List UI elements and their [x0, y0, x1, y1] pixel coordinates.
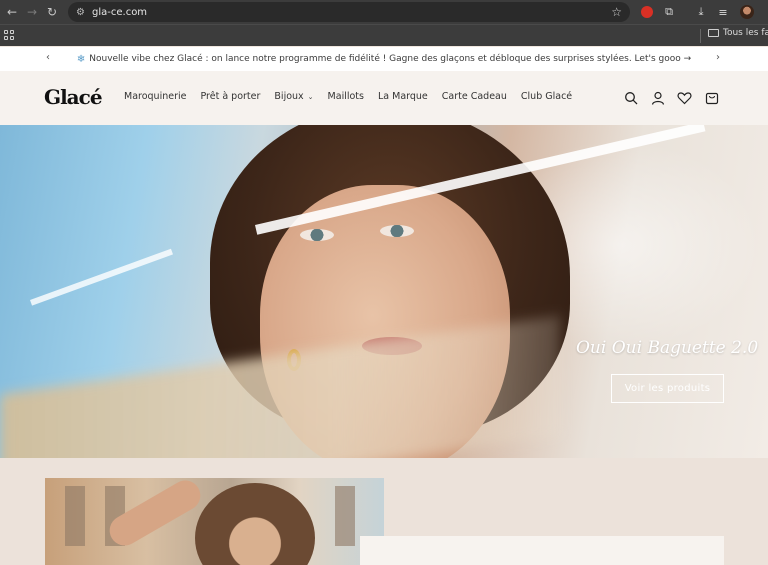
bookmarks-bar: Tous les favoris — [0, 24, 768, 46]
address-bar[interactable]: ⚙ gla-ce.com ☆ — [68, 2, 630, 22]
reload-icon[interactable]: ↻ — [42, 2, 62, 22]
announcement-text[interactable]: Nouvelle vibe chez Glacé : on lance notr… — [89, 54, 691, 64]
site-logo[interactable]: Glacé — [44, 85, 103, 109]
hero-title: Oui Oui Baguette 2.0 — [576, 338, 759, 358]
nav-bijoux[interactable]: Bijoux ⌄ — [274, 91, 313, 102]
nav-carte-cadeau[interactable]: Carte Cadeau — [442, 91, 507, 102]
nav-label: Club Glacé — [520, 91, 573, 102]
nav-pret-a-porter[interactable]: Prêt à porter — [200, 91, 260, 102]
folder-icon — [708, 29, 719, 37]
download-icon[interactable]: ⤓ — [692, 3, 710, 21]
back-arrow-icon[interactable]: ← — [2, 2, 22, 22]
featured-photo[interactable] — [45, 478, 384, 565]
photo-window — [335, 486, 355, 546]
site-header: Glacé Maroquinerie Prêt à porter Bijoux ⌄… — [0, 71, 768, 125]
search-icon[interactable] — [622, 89, 639, 106]
hero-light-streak — [30, 248, 174, 306]
cart-bag-icon[interactable] — [703, 89, 720, 106]
hero-banner[interactable] — [0, 125, 768, 458]
nav-la-marque[interactable]: La Marque — [378, 91, 428, 102]
all-bookmarks-label: Tous les favoris — [723, 28, 768, 38]
nav-label: La Marque — [377, 91, 428, 102]
extension-icon[interactable] — [638, 3, 656, 21]
nav-label: Bijoux — [274, 91, 304, 102]
bookmark-star-icon[interactable]: ☆ — [611, 5, 622, 19]
nav-label: Maroquinerie — [124, 91, 187, 102]
chevron-down-icon: ⌄ — [307, 92, 314, 101]
account-icon[interactable] — [649, 89, 666, 106]
nav-maroquinerie[interactable]: Maroquinerie — [124, 91, 186, 102]
announcement-next-icon[interactable]: › — [716, 52, 720, 63]
site-settings-icon[interactable]: ⚙ — [76, 7, 92, 18]
nav-club-glace[interactable]: Club Glacé — [521, 91, 572, 102]
wishlist-heart-icon[interactable] — [676, 89, 693, 106]
photo-window — [65, 486, 85, 546]
snowflake-icon: ❄ — [76, 53, 86, 65]
announcement-bar: ‹ ❄ Nouvelle vibe chez Glacé : on lance … — [0, 47, 768, 71]
address-url[interactable]: gla-ce.com — [92, 7, 147, 18]
nav-label: Maillots — [327, 91, 364, 102]
all-bookmarks-folder[interactable]: Tous les favoris — [708, 28, 768, 38]
nav-label: Prêt à porter — [200, 91, 261, 102]
announcement-prev-icon[interactable]: ‹ — [46, 52, 50, 63]
hero-image-eye — [380, 225, 414, 237]
bookmarks-divider — [700, 29, 701, 43]
extensions-puzzle-icon[interactable]: ⧉ — [660, 3, 678, 21]
view-products-button[interactable]: Voir les produits — [611, 374, 724, 403]
header-icons — [622, 89, 720, 106]
apps-grid-icon[interactable] — [4, 30, 14, 40]
photo-model — [195, 483, 315, 565]
hero-image-eye — [300, 229, 334, 241]
main-navigation: Maroquinerie Prêt à porter Bijoux ⌄ Maill… — [124, 91, 572, 102]
browser-toolbar: ← → ↻ ⚙ gla-ce.com ☆ ⧉ ⤓ ≡ — [0, 0, 768, 24]
media-control-icon[interactable]: ≡ — [714, 3, 732, 21]
nav-label: Carte Cadeau — [441, 91, 507, 102]
featured-card — [360, 536, 724, 565]
nav-maillots[interactable]: Maillots — [328, 91, 364, 102]
forward-arrow-icon[interactable]: → — [22, 2, 42, 22]
profile-avatar[interactable] — [738, 3, 756, 21]
